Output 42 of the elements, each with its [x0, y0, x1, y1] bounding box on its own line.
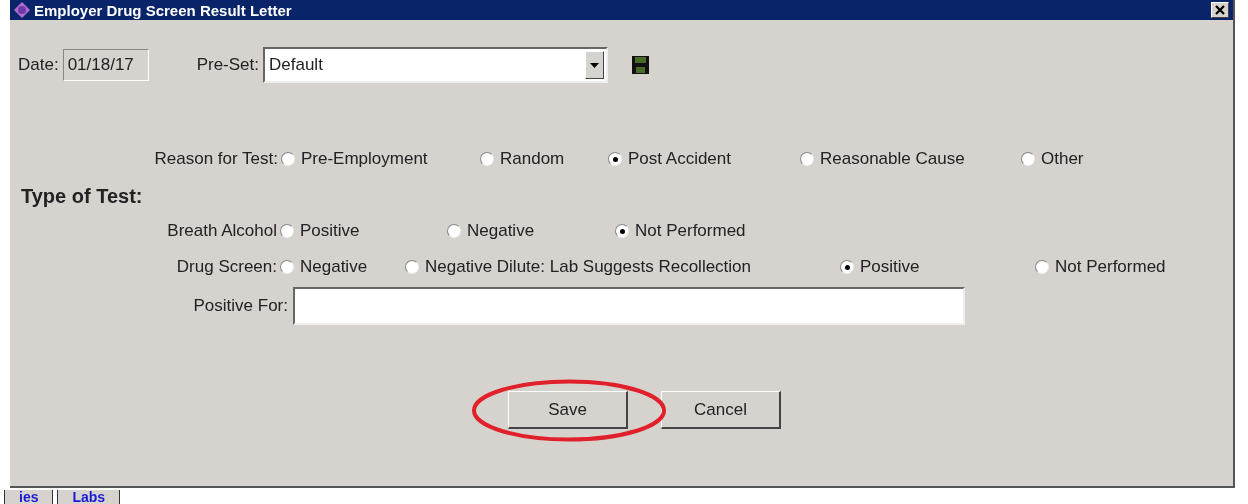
option-label: Negative: [467, 221, 535, 241]
date-field[interactable]: 01/18/17: [62, 49, 149, 81]
radio-button[interactable]: [280, 224, 294, 238]
option-label: Other: [1041, 149, 1084, 169]
option-label: Negative Dilute: Lab Suggests Recollection: [425, 257, 752, 277]
save-button[interactable]: Save: [508, 391, 628, 429]
preset-label: Pre-Set:: [196, 55, 259, 75]
section-heading: Type of Test:: [21, 185, 144, 208]
tab[interactable]: Labs: [57, 490, 121, 504]
radio-button[interactable]: [405, 260, 419, 274]
caret-icon: [590, 62, 599, 68]
test-label: Drug Screen:: [175, 257, 278, 277]
option-label: Pre-Employment: [301, 149, 428, 169]
positive-for-label: Positive For:: [192, 296, 289, 316]
tab[interactable]: ies: [4, 490, 54, 504]
radio-button[interactable]: [608, 152, 622, 166]
radio-button[interactable]: [1035, 260, 1049, 274]
radio-button[interactable]: [615, 224, 629, 238]
option-label: Not Performed: [1055, 257, 1166, 277]
option-label: Negative: [300, 257, 368, 277]
option-label: Reasonable Cause: [820, 149, 965, 169]
test-label: Breath Alcohol: [166, 221, 278, 241]
radio-button[interactable]: [840, 260, 854, 274]
radio-button[interactable]: [280, 260, 294, 274]
radio-button[interactable]: [281, 152, 295, 166]
option-label: Not Performed: [635, 221, 746, 241]
app-icon: [14, 2, 30, 18]
cancel-button[interactable]: Cancel: [661, 391, 781, 429]
option-label: Positive: [860, 257, 920, 277]
option-label: Post Accident: [628, 149, 731, 169]
reason-label: Reason for Test:: [153, 149, 279, 169]
preset-dropdown[interactable]: Default: [263, 47, 608, 83]
radio-button[interactable]: [480, 152, 494, 166]
radio-button[interactable]: [800, 152, 814, 166]
option-label: Positive: [300, 221, 360, 241]
radio-button[interactable]: [447, 224, 461, 238]
close-button[interactable]: [1211, 2, 1229, 18]
radio-button[interactable]: [1021, 152, 1035, 166]
window-title: Employer Drug Screen Result Letter: [34, 1, 293, 19]
positive-for-field[interactable]: [293, 287, 965, 325]
option-label: Random: [500, 149, 565, 169]
date-label: Date:: [18, 55, 59, 75]
